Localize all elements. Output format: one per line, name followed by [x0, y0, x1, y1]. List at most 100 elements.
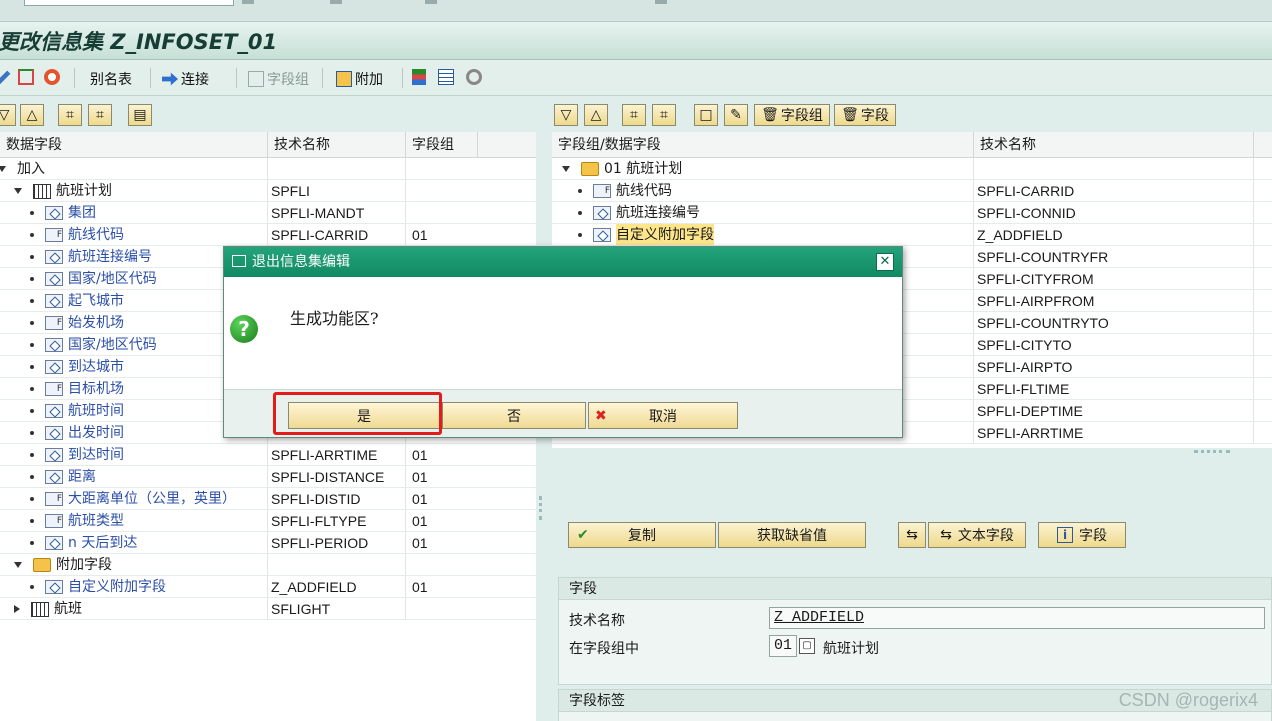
column-header-tech-name[interactable]: 技术名称: [268, 132, 406, 157]
tech-name-cell: SPFLI-CARRID: [268, 224, 406, 245]
left-tree-row[interactable]: 航班类型 SPFLI-FLTYPE 01: [0, 510, 536, 532]
dialog-title: 退出信息集编辑: [252, 254, 350, 270]
expand-triangle-icon[interactable]: [14, 562, 22, 568]
expand-all-button[interactable]: ▽: [0, 104, 16, 126]
tree-bullet-icon: [30, 387, 34, 391]
tree-bullet-icon: [30, 277, 34, 281]
tech-name-cell: SPFLI-FLTYPE: [268, 510, 406, 531]
color-list-icon[interactable]: [412, 69, 426, 85]
find-button[interactable]: ⌗: [58, 104, 82, 126]
value-help-icon[interactable]: ▢: [799, 638, 815, 654]
collapse-all-button[interactable]: △: [20, 104, 44, 126]
join-button[interactable]: 连接: [162, 69, 209, 89]
move-left-button[interactable]: ⇆: [898, 522, 926, 548]
right-tree-row[interactable]: 自定义附加字段 Z_ADDFIELD: [552, 224, 1272, 246]
fld-icon: [593, 228, 611, 242]
left-tree-row[interactable]: 集团 SPFLI-MANDT: [0, 202, 536, 224]
right-tree-row[interactable]: 01 航班计划: [552, 158, 1272, 180]
expand-triangle-icon[interactable]: [14, 188, 22, 194]
tech-name-cell: [268, 554, 406, 575]
fld-icon: [593, 206, 611, 220]
find-next-button[interactable]: ⌗: [88, 104, 112, 126]
hierarchy-icon[interactable]: [18, 69, 34, 85]
right-tree-row[interactable]: 航班连接编号 SPFLI-CONNID: [552, 202, 1272, 224]
lifebuoy-icon[interactable]: [44, 69, 60, 85]
command-field[interactable]: [24, 0, 234, 6]
tree-bullet-icon: [30, 541, 34, 545]
field-group-cell: 01: [412, 469, 428, 485]
dialog-question: 生成功能区?: [290, 309, 379, 328]
title-bar: 更改信息集 Z_INFOSET_01: [0, 22, 1272, 60]
field-group-cell: 01: [412, 579, 428, 595]
sort-button[interactable]: ▤: [128, 104, 152, 126]
find-button[interactable]: ⌗: [622, 104, 646, 126]
expand-triangle-icon[interactable]: [0, 166, 6, 172]
field-section: 字段 技术名称 Z_ADDFIELD 在字段组中 01 ▢ 航班计划: [558, 577, 1272, 685]
alias-table-button[interactable]: 别名表: [90, 69, 132, 89]
tree-node-label: 航班计划: [56, 183, 112, 199]
tree-node-label: 航班: [54, 601, 82, 617]
field-info-button[interactable]: i 字段: [1038, 522, 1126, 548]
column-header-field-group[interactable]: 字段组: [406, 132, 478, 157]
circle-icon[interactable]: [466, 69, 482, 85]
toolbar-icon[interactable]: [242, 0, 254, 4]
left-tree-row[interactable]: 航班计划 SPFLI: [0, 180, 536, 202]
info-icon: i: [1057, 527, 1073, 543]
left-tree-row[interactable]: 距离 SPFLI-DISTANCE 01: [0, 466, 536, 488]
tech-name-field[interactable]: Z_ADDFIELD: [769, 607, 1265, 629]
field-group-cell: [406, 202, 412, 223]
field-group-input[interactable]: 01: [769, 635, 797, 657]
collapse-triangle-icon[interactable]: [14, 605, 20, 613]
document-icon[interactable]: [438, 69, 454, 85]
extras-button[interactable]: 附加: [336, 69, 383, 89]
tech-name-cell: SPFLI-DEPTIME: [974, 400, 1254, 421]
left-tree-row[interactable]: 到达时间 SPFLI-ARRTIME 01: [0, 444, 536, 466]
column-header-data-field[interactable]: 数据字段: [0, 132, 268, 157]
tree-bullet-icon: [30, 475, 34, 479]
toolbar-icon[interactable]: [330, 0, 342, 4]
field-group-cell: 01: [412, 513, 428, 529]
left-tree-row[interactable]: 航线代码 SPFLI-CARRID 01: [0, 224, 536, 246]
toolbar-icon[interactable]: [425, 0, 437, 4]
tree-bullet-icon: [30, 233, 34, 237]
collapse-all-button[interactable]: △: [584, 104, 608, 126]
column-header-group-field[interactable]: 字段组/数据字段: [552, 132, 974, 157]
expand-all-button[interactable]: ▽: [554, 104, 578, 126]
find-next-button[interactable]: ⌗: [652, 104, 676, 126]
delete-field-button[interactable]: 🗑 字段: [834, 104, 896, 126]
tree-node-label: 航线代码: [68, 227, 124, 243]
new-button[interactable]: □: [694, 104, 718, 126]
fld-icon: [45, 294, 63, 308]
key-icon: [45, 510, 63, 531]
tbl-icon: [33, 183, 51, 199]
left-tree-row[interactable]: 自定义附加字段 Z_ADDFIELD 01: [0, 576, 536, 598]
column-header-tech-name[interactable]: 技术名称: [974, 132, 1254, 157]
tech-name-cell: SPFLI-FLTIME: [974, 378, 1254, 399]
edit-button[interactable]: ✎: [724, 104, 748, 126]
close-icon[interactable]: ✕: [876, 253, 894, 271]
delete-field-group-button[interactable]: 🗑 字段组: [754, 104, 830, 126]
tree-node-label: 国家/地区代码: [68, 271, 157, 287]
get-default-button[interactable]: 获取缺省值: [718, 522, 866, 548]
binoculars-plus-icon: ⌗: [96, 107, 104, 123]
right-tree-row[interactable]: 航线代码 SPFLI-CARRID: [552, 180, 1272, 202]
pencil-icon: ✎: [730, 107, 742, 123]
left-tree-row[interactable]: 加入: [0, 158, 536, 180]
splitter-grip[interactable]: [1194, 450, 1230, 453]
field-group-button[interactable]: 字段组: [248, 69, 309, 89]
tech-name-cell: [974, 158, 1254, 179]
text-field-button[interactable]: ⇆ 文本字段: [928, 522, 1026, 548]
copy-button[interactable]: ✔ 复制: [568, 522, 716, 548]
toolbar-icon[interactable]: [655, 0, 667, 4]
tree-node-label: 到达时间: [68, 447, 124, 463]
no-button[interactable]: 否: [442, 402, 586, 429]
left-tree-row[interactable]: 大距离单位（公里，英里） SPFLI-DISTID 01: [0, 488, 536, 510]
tech-name-cell: SPFLI-CITYFROM: [974, 268, 1254, 289]
fld-icon: [45, 250, 63, 264]
left-tree-row[interactable]: 航班 SFLIGHT: [0, 598, 536, 620]
edit-icon[interactable]: [0, 69, 12, 85]
expand-triangle-icon[interactable]: [562, 166, 570, 172]
left-tree-row[interactable]: n 天后到达 SPFLI-PERIOD 01: [0, 532, 536, 554]
cancel-button[interactable]: ✖ 取消: [588, 402, 738, 429]
left-tree-row[interactable]: 附加字段: [0, 554, 536, 576]
